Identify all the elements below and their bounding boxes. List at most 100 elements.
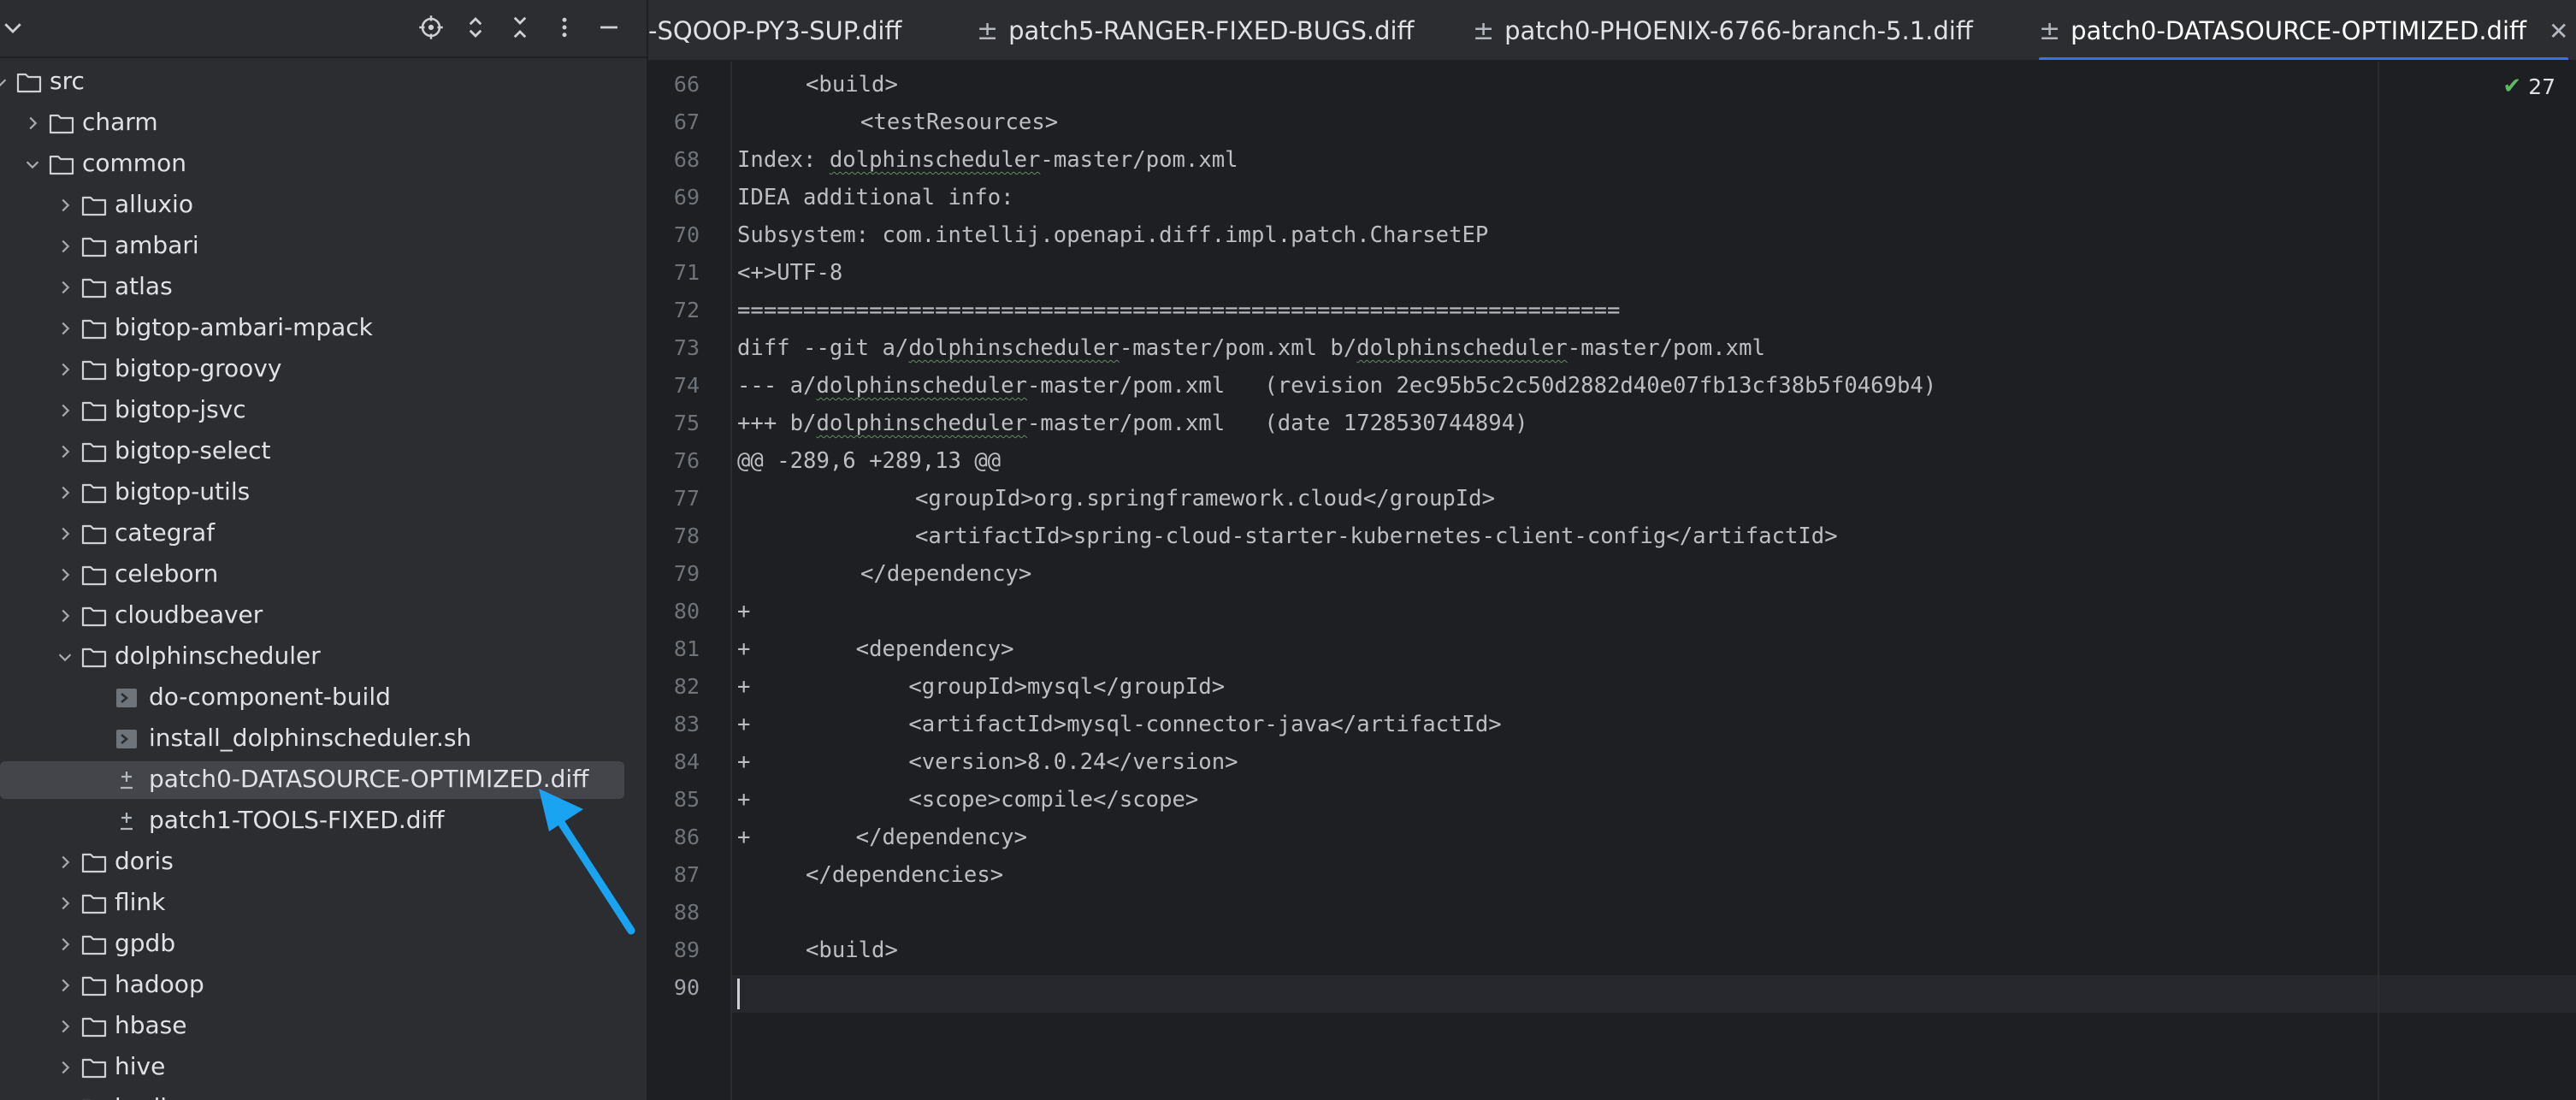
code-line: Subsystem: com.intellij.openapi.diff.imp… bbox=[737, 222, 1488, 248]
tree-folder-bigtop-ambari-mpack[interactable]: bigtop-ambari-mpack bbox=[0, 308, 647, 349]
folder-icon bbox=[80, 440, 108, 464]
tab-patch5-ranger[interactable]: ± patch5-RANGER-FIXED-BUGS.diff bbox=[977, 0, 1415, 60]
tab-patch0-phoenix[interactable]: ± patch0-PHOENIX-6766-branch-5.1.diff bbox=[1473, 0, 1973, 60]
line-number: 77 bbox=[673, 486, 700, 511]
tree-folder-dolphinscheduler[interactable]: dolphinscheduler bbox=[0, 636, 647, 677]
options-menu-icon[interactable] bbox=[549, 12, 580, 43]
tree-folder-common[interactable]: common bbox=[0, 144, 647, 185]
tree-folder-src[interactable]: src bbox=[0, 62, 647, 103]
tree-folder-hbase[interactable]: hbase bbox=[0, 1006, 647, 1047]
code-line: diff --git a/dolphinscheduler-master/pom… bbox=[737, 335, 1765, 361]
folder-icon bbox=[15, 70, 43, 94]
tab-label: patch0-PHOENIX-6766-branch-5.1.diff bbox=[1504, 16, 1973, 45]
chevron-right-icon[interactable] bbox=[55, 195, 75, 216]
chevron-right-icon[interactable] bbox=[55, 934, 75, 955]
tree-item-label: bigtop-jsvc bbox=[115, 395, 246, 423]
tree-item-label: hive bbox=[115, 1052, 166, 1080]
tree-item-label: alluxio bbox=[115, 190, 193, 218]
line-number: 82 bbox=[673, 674, 700, 699]
folder-icon bbox=[80, 850, 108, 874]
tree-folder-hudi[interactable]: hudi bbox=[0, 1088, 647, 1100]
current-line-highlight bbox=[732, 975, 2576, 1013]
chevron-right-icon[interactable] bbox=[55, 359, 75, 380]
tree-folder-atlas[interactable]: atlas bbox=[0, 267, 647, 308]
tab-patch0-datasource[interactable]: ± patch0-DATASOURCE-OPTIMIZED.diff ✕ bbox=[2039, 0, 2569, 60]
chevron-right-icon[interactable] bbox=[55, 1057, 75, 1078]
folder-icon bbox=[48, 111, 75, 135]
folder-icon bbox=[80, 645, 108, 669]
inspection-widget[interactable]: ✔ 27 bbox=[2502, 74, 2555, 99]
chevron-down-icon[interactable] bbox=[22, 154, 43, 174]
line-number: 75 bbox=[673, 411, 700, 435]
code-text: + <artifactId>mysql-connector-java</arti… bbox=[737, 712, 1502, 737]
tree-folder-celeborn[interactable]: celeborn bbox=[0, 554, 647, 595]
tree-item-label: src bbox=[50, 67, 85, 95]
tree-folder-bigtop-jsvc[interactable]: bigtop-jsvc bbox=[0, 390, 647, 431]
chevron-right-icon[interactable] bbox=[55, 441, 75, 462]
text-caret bbox=[737, 979, 740, 1009]
line-number: 67 bbox=[673, 109, 700, 134]
code-text: <artifactId>spring-cloud-starter-kuberne… bbox=[915, 523, 1838, 549]
tree-file-do-component-build[interactable]: do-component-build bbox=[0, 677, 647, 719]
line-number: 71 bbox=[673, 260, 700, 285]
tree-folder-ambari[interactable]: ambari bbox=[0, 226, 647, 267]
diff-file-icon: ± bbox=[1473, 15, 1495, 46]
folder-icon bbox=[80, 563, 108, 587]
view-mode-chevron-icon[interactable] bbox=[0, 12, 26, 43]
line-number: 69 bbox=[673, 185, 700, 210]
chevron-right-icon[interactable] bbox=[55, 565, 75, 585]
chevron-right-icon[interactable] bbox=[55, 236, 75, 257]
code-text: <build> bbox=[806, 72, 898, 98]
chevron-right-icon[interactable] bbox=[55, 606, 75, 626]
chevron-right-icon[interactable] bbox=[55, 852, 75, 872]
tree-folder-bigtop-utils[interactable]: bigtop-utils bbox=[0, 472, 647, 513]
tree-folder-categraf[interactable]: categraf bbox=[0, 513, 647, 554]
chevron-right-icon[interactable] bbox=[55, 318, 75, 339]
locate-file-icon[interactable] bbox=[416, 12, 446, 43]
folder-icon bbox=[80, 399, 108, 423]
chevron-right-icon[interactable] bbox=[55, 975, 75, 996]
tree-file-install_dolphinscheduler.sh[interactable]: install_dolphinscheduler.sh bbox=[0, 719, 647, 760]
tree-folder-charm[interactable]: charm bbox=[0, 103, 647, 144]
code-text: <testResources> bbox=[860, 109, 1059, 135]
tree-item-label: bigtop-groovy bbox=[115, 354, 282, 382]
tree-folder-alluxio[interactable]: alluxio bbox=[0, 185, 647, 226]
chevron-right-icon[interactable] bbox=[55, 482, 75, 503]
expand-all-icon[interactable] bbox=[460, 12, 491, 43]
code-line: + bbox=[737, 599, 750, 624]
line-number: 80 bbox=[673, 599, 700, 624]
folder-icon bbox=[80, 973, 108, 997]
close-tab-icon[interactable]: ✕ bbox=[2549, 17, 2568, 45]
chevron-down-icon[interactable] bbox=[55, 647, 75, 667]
chevron-right-icon[interactable] bbox=[55, 893, 75, 914]
tree-folder-hadoop[interactable]: hadoop bbox=[0, 965, 647, 1006]
code-editor[interactable]: 66 67 68 69 70 71 72 73 74 75 76 77 78 79 80 81 82 83 84 85… bbox=[648, 62, 2576, 1100]
code-text: + <scope>compile</scope> bbox=[737, 787, 1199, 813]
collapse-all-icon[interactable] bbox=[505, 12, 535, 43]
folder-icon bbox=[80, 316, 108, 340]
line-number: 87 bbox=[673, 862, 700, 887]
code-text: IDEA additional info: bbox=[737, 185, 1014, 210]
folder-icon bbox=[80, 522, 108, 546]
chevron-right-icon[interactable] bbox=[55, 1016, 75, 1037]
tree-folder-bigtop-groovy[interactable]: bigtop-groovy bbox=[0, 349, 647, 390]
folder-icon bbox=[80, 1097, 108, 1100]
folder-icon bbox=[80, 932, 108, 956]
code-line: IDEA additional info: bbox=[737, 185, 1014, 210]
tab-sqoop-py3-sup[interactable]: -SQOOP-PY3-SUP.diff bbox=[648, 0, 901, 60]
code-text: Subsystem: com.intellij.openapi.diff.imp… bbox=[737, 222, 1489, 248]
tree-folder-cloudbeaver[interactable]: cloudbeaver bbox=[0, 595, 647, 636]
chevron-right-icon[interactable] bbox=[55, 400, 75, 421]
folder-icon bbox=[80, 358, 108, 381]
chevron-right-icon[interactable] bbox=[22, 113, 43, 133]
tree-folder-bigtop-select[interactable]: bigtop-select bbox=[0, 431, 647, 472]
chevron-right-icon[interactable] bbox=[55, 277, 75, 298]
line-number: 83 bbox=[673, 712, 700, 736]
inspection-count: 27 bbox=[2528, 74, 2555, 99]
code-line: <build> bbox=[737, 72, 898, 98]
chevron-down-icon[interactable] bbox=[0, 72, 10, 92]
hide-panel-icon[interactable] bbox=[594, 12, 624, 43]
tree-folder-hive[interactable]: hive bbox=[0, 1047, 647, 1088]
line-number: 84 bbox=[673, 749, 700, 774]
chevron-right-icon[interactable] bbox=[55, 523, 75, 544]
